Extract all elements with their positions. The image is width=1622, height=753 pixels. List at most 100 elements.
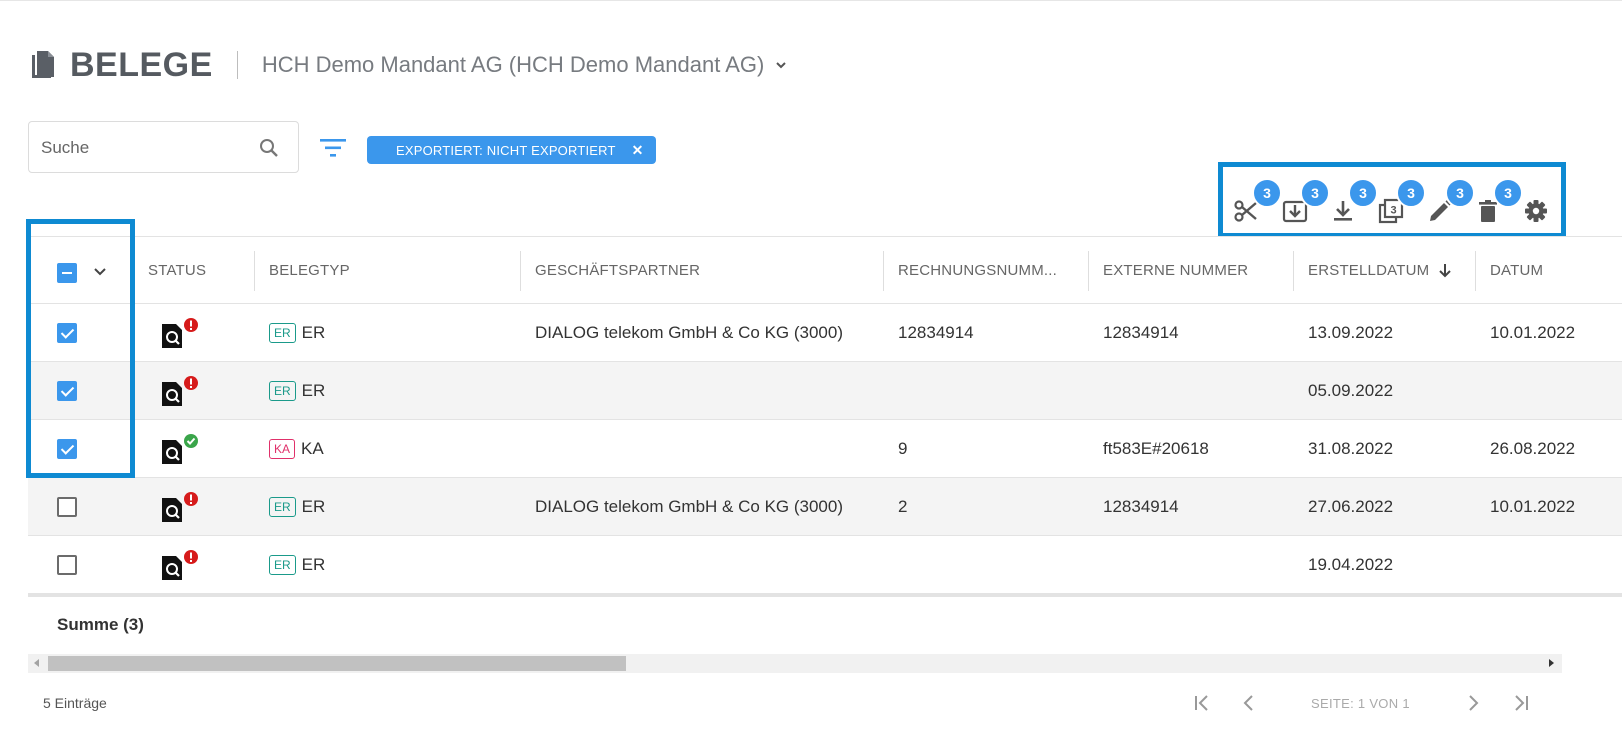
row-checkbox[interactable] (57, 555, 77, 575)
belegtyp-label: ER (301, 381, 326, 400)
chevron-down-icon[interactable] (774, 58, 788, 72)
status-error-icon[interactable] (162, 318, 202, 350)
belegtyp-label: ER (301, 323, 326, 342)
table-row[interactable]: ER ER DIALOG telekom GmbH & Co KG (3000) 12… (28, 304, 1622, 362)
column-header-rechnungsnummer[interactable]: RECHNUNGSNUMM... (898, 237, 1057, 303)
column-divider[interactable] (1475, 251, 1476, 291)
split-count-badge: 3 (1252, 178, 1282, 208)
cell-belegtyp: ER ER (269, 362, 325, 420)
row-checkbox[interactable] (57, 381, 77, 401)
belegtyp-badge: KA (269, 439, 296, 459)
search-input[interactable] (41, 136, 241, 160)
column-divider[interactable] (520, 251, 521, 291)
top-divider (0, 0, 1622, 1)
close-icon[interactable]: ✕ (632, 142, 644, 159)
table-row[interactable]: ER ER 05.09.2022 (28, 362, 1622, 420)
row-checkbox[interactable] (57, 497, 77, 517)
cell-externe-nummer: 12834914 (1103, 497, 1179, 516)
cell-rechnungsnummer: 12834914 (898, 323, 974, 342)
title-divider (236, 51, 238, 79)
column-divider[interactable] (1088, 251, 1089, 291)
filter-icon[interactable] (318, 136, 348, 160)
filter-chip-label: EXPORTIERT: NICHT EXPORTIERT (396, 142, 616, 158)
cell-externe-nummer: ft583E#20618 (1103, 439, 1209, 458)
cell-partner: DIALOG telekom GmbH & Co KG (3000) (535, 323, 843, 342)
cell-externe-nummer: 12834914 (1103, 323, 1179, 342)
row-checkbox[interactable] (57, 323, 77, 343)
scroll-left-arrow[interactable] (34, 659, 39, 667)
belegtyp-badge: ER (269, 381, 296, 401)
column-divider[interactable] (883, 251, 884, 291)
select-all-checkbox[interactable] (57, 263, 77, 283)
search-box[interactable] (28, 121, 299, 173)
cell-erstelldatum: 05.09.2022 (1308, 381, 1394, 400)
belegtyp-badge: ER (269, 497, 296, 517)
entries-count: 5 Einträge (43, 695, 107, 711)
cell-belegtyp: ER ER (269, 304, 325, 362)
cell-erstelldatum: 27.06.2022 (1308, 497, 1394, 516)
page-title: BELEGE (70, 45, 213, 84)
cell-rechnungsnummer: 9 (898, 439, 908, 458)
settings-button[interactable] (1522, 197, 1550, 225)
settings-icon (1525, 200, 1547, 222)
summary-row: Summe (3) (28, 594, 1622, 652)
column-header-erstelldatum-label: ERSTELLDATUM (1308, 261, 1430, 279)
mandant-selector[interactable]: HCH Demo Mandant AG (HCH Demo Mandant AG… (262, 52, 765, 78)
cell-erstelldatum: 13.09.2022 (1308, 323, 1394, 342)
svg-text:3: 3 (1390, 205, 1396, 217)
belegtyp-label: KA (301, 439, 324, 458)
first-page-button[interactable] (1190, 692, 1214, 714)
page-header: BELEGE HCH Demo Mandant AG (HCH Demo Man… (30, 44, 788, 86)
cell-belegtyp: ER ER (269, 478, 325, 536)
status-error-icon[interactable] (162, 376, 202, 408)
horizontal-scrollbar[interactable] (28, 654, 1562, 673)
belegtyp-label: ER (301, 555, 326, 574)
previous-page-button[interactable] (1237, 692, 1261, 714)
scrollbar-thumb[interactable] (48, 656, 626, 671)
scroll-right-arrow[interactable] (1549, 659, 1554, 667)
cell-erstelldatum: 19.04.2022 (1308, 555, 1394, 574)
download-count-badge: 3 (1348, 178, 1378, 208)
chevron-right-icon (1469, 695, 1479, 711)
cell-datum (1490, 536, 1600, 594)
sort-descending-icon[interactable] (1437, 262, 1453, 278)
page-indicator: SEITE: 1 VON 1 (1311, 696, 1410, 711)
first-page-icon (1195, 695, 1208, 711)
edit-count-badge: 3 (1445, 178, 1475, 208)
row-checkbox[interactable] (57, 439, 77, 459)
column-header-status[interactable]: STATUS (148, 237, 206, 303)
documents-icon (32, 51, 54, 78)
chevron-down-icon[interactable] (92, 265, 108, 279)
table-header: STATUS BELEGTYP GESCHÄFTSPARTNER RECHNUN… (28, 236, 1622, 304)
status-ok-icon[interactable] (162, 434, 202, 466)
cell-belegtyp: KA KA (269, 420, 324, 478)
column-header-externe-nummer[interactable]: EXTERNE NUMMER (1103, 237, 1248, 303)
column-header-partner[interactable]: GESCHÄFTSPARTNER (535, 237, 700, 303)
column-divider[interactable] (254, 251, 255, 291)
cell-datum: 26.08.2022 (1490, 439, 1576, 458)
belegtyp-badge: ER (269, 555, 296, 575)
cell-datum: 10.01.2022 (1490, 497, 1576, 516)
column-header-belegtyp[interactable]: BELEGTYP (269, 237, 350, 303)
cell-datum (1490, 362, 1600, 420)
status-error-icon[interactable] (162, 550, 202, 582)
cell-partner: DIALOG telekom GmbH & Co KG (3000) (535, 497, 843, 516)
column-divider[interactable] (1293, 251, 1294, 291)
column-header-erstelldatum[interactable]: ERSTELLDATUM (1308, 237, 1453, 303)
status-error-icon[interactable] (162, 492, 202, 524)
summary-label: Summe (3) (57, 615, 144, 634)
next-page-button[interactable] (1461, 692, 1485, 714)
search-icon[interactable] (258, 137, 280, 159)
last-page-icon (1515, 695, 1528, 711)
filter-chip[interactable]: EXPORTIERT: NICHT EXPORTIERT ✕ (367, 136, 656, 164)
chevron-left-icon (1243, 695, 1253, 711)
cell-datum: 10.01.2022 (1490, 323, 1576, 342)
table-row[interactable]: ER ER 19.04.2022 (28, 536, 1622, 594)
table-row[interactable]: ER ER DIALOG telekom GmbH & Co KG (3000) 2 1… (28, 478, 1622, 536)
table-row[interactable]: KA KA 9 ft583E#20618 31.08.2022 26.08.2022 (28, 420, 1622, 478)
column-header-datum[interactable]: DATUM (1490, 237, 1543, 303)
belegtyp-label: ER (301, 497, 326, 516)
last-page-button[interactable] (1509, 692, 1533, 714)
cell-belegtyp: ER ER (269, 536, 325, 594)
cell-rechnungsnummer: 2 (898, 497, 908, 516)
